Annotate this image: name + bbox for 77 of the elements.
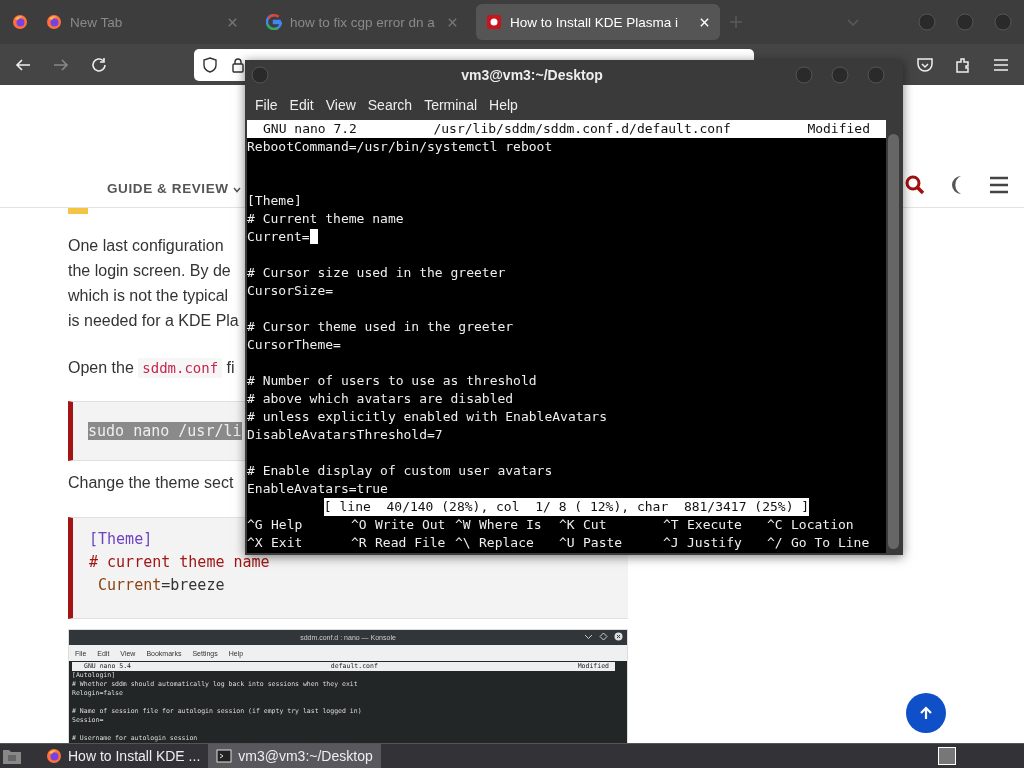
shortcut-hint: ^W Where Is [455, 516, 542, 534]
shortcut-hint: ^X Exit [247, 534, 303, 552]
paragraph: Change the theme sect [68, 473, 234, 493]
selected-command: sudo nano /usr/li [88, 422, 242, 440]
diamond-icon [599, 632, 608, 641]
shortcut-hint: ^\ Replace [455, 534, 534, 552]
close-button[interactable] [867, 66, 885, 84]
code-line: # Enable display of custom user avatars [247, 463, 553, 478]
code-line: # Current theme name [247, 211, 404, 226]
code-line: # current theme name [89, 552, 270, 573]
accent-bar [68, 208, 88, 214]
window-title: vm3@vm3:~/Desktop [460, 67, 604, 83]
code-line: # Cursor theme used in the greeter [247, 319, 514, 334]
chevron-down-icon [584, 632, 593, 641]
menu-item[interactable]: Terminal [418, 97, 484, 113]
status-message: [ line 40/140 (28%), col 1/ 8 ( 12%), char 881/3417 (25%) ] [323, 498, 810, 516]
firefox-icon [46, 748, 62, 764]
menu-item[interactable]: Search [361, 97, 419, 113]
shortcut-hint: ^/ Go To Line [767, 534, 870, 552]
menu-item[interactable]: File [249, 97, 284, 113]
pager-icon[interactable] [938, 747, 956, 765]
google-icon [266, 14, 282, 30]
folder-icon[interactable] [2, 747, 22, 765]
code-line: EnableAvatars=true [247, 481, 388, 496]
nano-header-text: GNU nano 7.2 [263, 120, 357, 138]
browser-tab[interactable]: How to Install KDE Plasma i [476, 4, 720, 40]
maximize-button[interactable] [831, 66, 849, 84]
scrollbar[interactable] [886, 120, 901, 553]
arrow-up-icon [918, 705, 934, 721]
paragraph: Open the sddm.conf fi [68, 357, 235, 380]
shortcut-hint: ^J Justify [663, 534, 742, 552]
modified-label: Modified [807, 120, 870, 138]
scroll-top-button[interactable] [906, 693, 946, 733]
record-icon [486, 14, 502, 30]
shortcut-hint: ^T Execute [663, 516, 742, 534]
shortcut-hint: ^R Read File [351, 534, 446, 552]
paragraph: One last configuration the login screen. By de which is not the typical is needed for a KDE Pla [68, 236, 239, 331]
code-line: # Cursor size used in the greeter [247, 265, 506, 280]
shortcut-hint: ^G Help [247, 516, 303, 534]
menu-item[interactable]: View [319, 97, 362, 113]
nav-link[interactable]: GUIDE & REVIEW [107, 181, 241, 196]
menu-icon[interactable] [988, 174, 1010, 196]
shortcut-hint: ^O Write Out [351, 516, 446, 534]
search-icon[interactable] [904, 174, 926, 196]
minimize-button[interactable] [795, 66, 813, 84]
code-line: [Theme] [89, 529, 153, 550]
code-line: # above which avatars are disabled [247, 391, 514, 406]
reload-icon[interactable] [90, 55, 108, 74]
code-line: Current= [247, 229, 310, 244]
shortcut-hint: ^C Location [767, 516, 854, 534]
code-line: DisableAvatarsThreshold=7 [247, 427, 443, 442]
code-line: CursorSize= [247, 283, 334, 298]
shield-icon[interactable] [202, 56, 218, 73]
window-menu-icon[interactable] [251, 66, 269, 84]
chevron-down-icon [232, 187, 241, 193]
shortcut-hint: ^K Cut [559, 516, 607, 534]
firefox-logo-icon [12, 14, 28, 30]
code-line: [Theme] [247, 193, 302, 208]
file-path: /usr/lib/sddm/sddm.conf.d/default.conf [433, 120, 731, 138]
menu-item[interactable]: Edit [283, 97, 320, 113]
minimize-button[interactable] [918, 13, 936, 31]
code-line: CursorTheme= [247, 337, 341, 352]
pocket-icon[interactable] [916, 55, 934, 74]
taskbar-item[interactable]: How to Install KDE ... [38, 744, 209, 768]
firefox-icon [46, 14, 62, 30]
code-line: # Number of users to use as threshold [247, 373, 537, 388]
maximize-button[interactable] [956, 13, 974, 31]
taskbar-item[interactable]: vm3@vm3:~/Desktop [208, 744, 381, 768]
puzzle-icon[interactable] [954, 55, 972, 74]
menu-item[interactable]: Help [483, 97, 524, 113]
lock-icon[interactable] [230, 56, 246, 73]
code-line: RebootCommand=/usr/bin/systemctl reboot [247, 139, 553, 154]
code-line: Current=breeze [97, 575, 225, 596]
code-line: # unless explicitly enabled with EnableAvatars [247, 409, 608, 424]
terminal-icon [216, 748, 233, 764]
shortcut-hint: ^U Paste [559, 534, 623, 552]
close-button[interactable] [994, 13, 1012, 31]
